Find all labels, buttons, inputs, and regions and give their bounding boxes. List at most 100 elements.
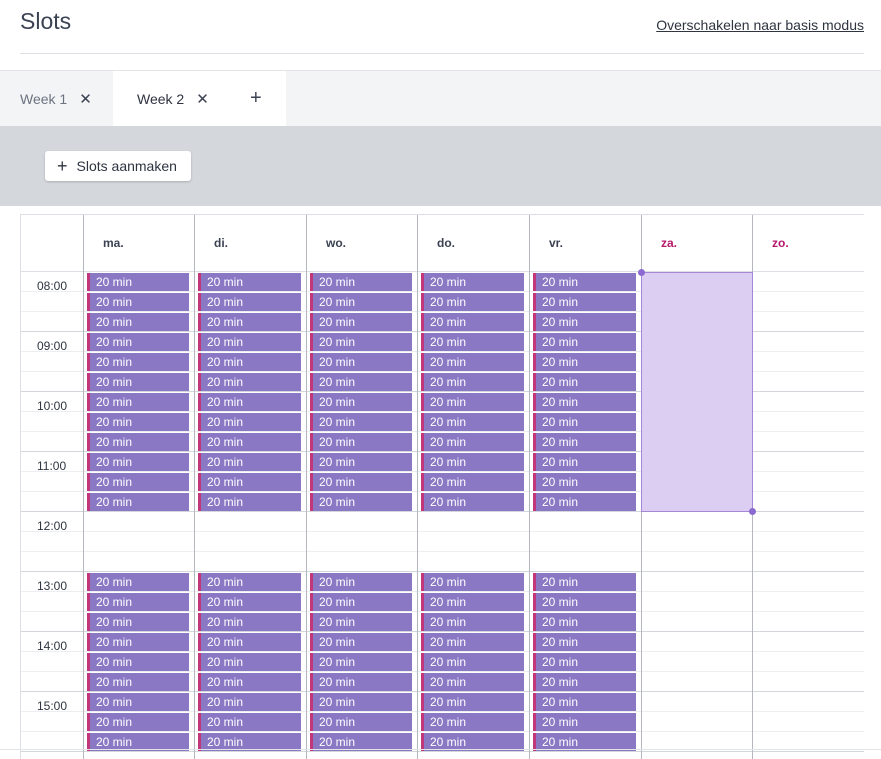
time-slot[interactable]: 20 min [421, 613, 524, 631]
create-slots-button[interactable]: + Slots aanmaken [45, 151, 191, 181]
time-slot[interactable]: 20 min [421, 673, 524, 691]
time-slot[interactable]: 20 min [87, 413, 189, 431]
time-slot[interactable]: 20 min [533, 573, 636, 591]
time-slot[interactable]: 20 min [198, 373, 301, 391]
time-slot[interactable]: 20 min [198, 713, 301, 731]
time-slot[interactable]: 20 min [198, 693, 301, 711]
time-slot[interactable]: 20 min [87, 613, 189, 631]
time-slot[interactable]: 20 min [310, 373, 412, 391]
time-slot[interactable]: 20 min [421, 393, 524, 411]
time-slot[interactable]: 20 min [87, 433, 189, 451]
time-slot[interactable]: 20 min [533, 353, 636, 371]
time-slot[interactable]: 20 min [533, 633, 636, 651]
time-slot[interactable]: 20 min [198, 593, 301, 611]
time-slot[interactable]: 20 min [87, 453, 189, 471]
time-slot[interactable]: 20 min [198, 633, 301, 651]
time-slot[interactable]: 20 min [87, 493, 189, 511]
time-slot[interactable]: 20 min [533, 713, 636, 731]
time-slot[interactable]: 20 min [533, 693, 636, 711]
time-slot[interactable]: 20 min [87, 693, 189, 711]
close-icon[interactable]: ✕ [79, 90, 92, 108]
time-slot[interactable]: 20 min [310, 653, 412, 671]
time-slot[interactable]: 20 min [198, 613, 301, 631]
time-slot[interactable]: 20 min [533, 413, 636, 431]
time-slot[interactable]: 20 min [198, 673, 301, 691]
time-slot[interactable]: 20 min [198, 473, 301, 491]
tab-week-1[interactable]: Week 1 ✕ [0, 71, 113, 127]
time-slot[interactable]: 20 min [310, 393, 412, 411]
time-slot[interactable]: 20 min [310, 413, 412, 431]
time-slot[interactable]: 20 min [198, 433, 301, 451]
time-slot[interactable]: 20 min [198, 573, 301, 591]
time-slot[interactable]: 20 min [310, 473, 412, 491]
time-slot[interactable]: 20 min [421, 293, 524, 311]
time-slot[interactable]: 20 min [310, 493, 412, 511]
time-slot[interactable]: 20 min [198, 653, 301, 671]
time-slot[interactable]: 20 min [533, 373, 636, 391]
time-slot[interactable]: 20 min [310, 633, 412, 651]
time-slot[interactable]: 20 min [533, 673, 636, 691]
time-slot[interactable]: 20 min [421, 353, 524, 371]
time-slot[interactable]: 20 min [421, 573, 524, 591]
time-slot[interactable]: 20 min [421, 273, 524, 291]
time-slot[interactable]: 20 min [421, 433, 524, 451]
selection-range[interactable] [641, 272, 753, 512]
time-slot[interactable]: 20 min [533, 273, 636, 291]
time-slot[interactable]: 20 min [533, 333, 636, 351]
time-slot[interactable]: 20 min [87, 333, 189, 351]
time-slot[interactable]: 20 min [421, 473, 524, 491]
time-slot[interactable]: 20 min [421, 693, 524, 711]
time-slot[interactable]: 20 min [198, 273, 301, 291]
time-slot[interactable]: 20 min [87, 713, 189, 731]
time-slot[interactable]: 20 min [421, 453, 524, 471]
time-slot[interactable]: 20 min [87, 313, 189, 331]
time-slot[interactable]: 20 min [87, 353, 189, 371]
close-icon[interactable]: ✕ [196, 90, 209, 108]
time-slot[interactable]: 20 min [533, 613, 636, 631]
time-slot[interactable]: 20 min [87, 473, 189, 491]
time-slot[interactable]: 20 min [421, 373, 524, 391]
time-slot[interactable]: 20 min [198, 333, 301, 351]
time-slot[interactable]: 20 min [421, 593, 524, 611]
time-slot[interactable]: 20 min [198, 453, 301, 471]
time-slot[interactable]: 20 min [87, 573, 189, 591]
time-slot[interactable]: 20 min [87, 653, 189, 671]
time-slot[interactable]: 20 min [310, 313, 412, 331]
time-slot[interactable]: 20 min [87, 593, 189, 611]
time-slot[interactable]: 20 min [310, 293, 412, 311]
time-slot[interactable]: 20 min [310, 433, 412, 451]
time-slot[interactable]: 20 min [421, 413, 524, 431]
time-slot[interactable]: 20 min [310, 333, 412, 351]
time-slot[interactable]: 20 min [198, 353, 301, 371]
time-slot[interactable]: 20 min [533, 473, 636, 491]
time-slot[interactable]: 20 min [533, 293, 636, 311]
time-slot[interactable]: 20 min [87, 673, 189, 691]
time-slot[interactable]: 20 min [87, 293, 189, 311]
time-slot[interactable]: 20 min [310, 453, 412, 471]
time-slot[interactable]: 20 min [87, 633, 189, 651]
time-slot[interactable]: 20 min [87, 373, 189, 391]
selection-end-handle[interactable] [749, 508, 756, 515]
time-slot[interactable]: 20 min [533, 313, 636, 331]
switch-basic-mode-link[interactable]: Overschakelen naar basis modus [656, 17, 864, 33]
time-slot[interactable]: 20 min [87, 273, 189, 291]
time-slot[interactable]: 20 min [421, 493, 524, 511]
time-slot[interactable]: 20 min [198, 313, 301, 331]
time-slot[interactable]: 20 min [421, 653, 524, 671]
time-slot[interactable]: 20 min [310, 573, 412, 591]
time-slot[interactable]: 20 min [198, 293, 301, 311]
selection-start-handle[interactable] [638, 269, 645, 276]
time-slot[interactable]: 20 min [310, 713, 412, 731]
plus-icon[interactable]: + [250, 87, 262, 109]
time-slot[interactable]: 20 min [533, 393, 636, 411]
time-slot[interactable]: 20 min [198, 393, 301, 411]
time-slot[interactable]: 20 min [310, 673, 412, 691]
time-slot[interactable]: 20 min [310, 693, 412, 711]
time-slot[interactable]: 20 min [310, 353, 412, 371]
time-slot[interactable]: 20 min [421, 633, 524, 651]
time-slot[interactable]: 20 min [533, 593, 636, 611]
time-slot[interactable]: 20 min [533, 493, 636, 511]
time-slot[interactable]: 20 min [310, 593, 412, 611]
time-slot[interactable]: 20 min [310, 273, 412, 291]
time-slot[interactable]: 20 min [421, 313, 524, 331]
